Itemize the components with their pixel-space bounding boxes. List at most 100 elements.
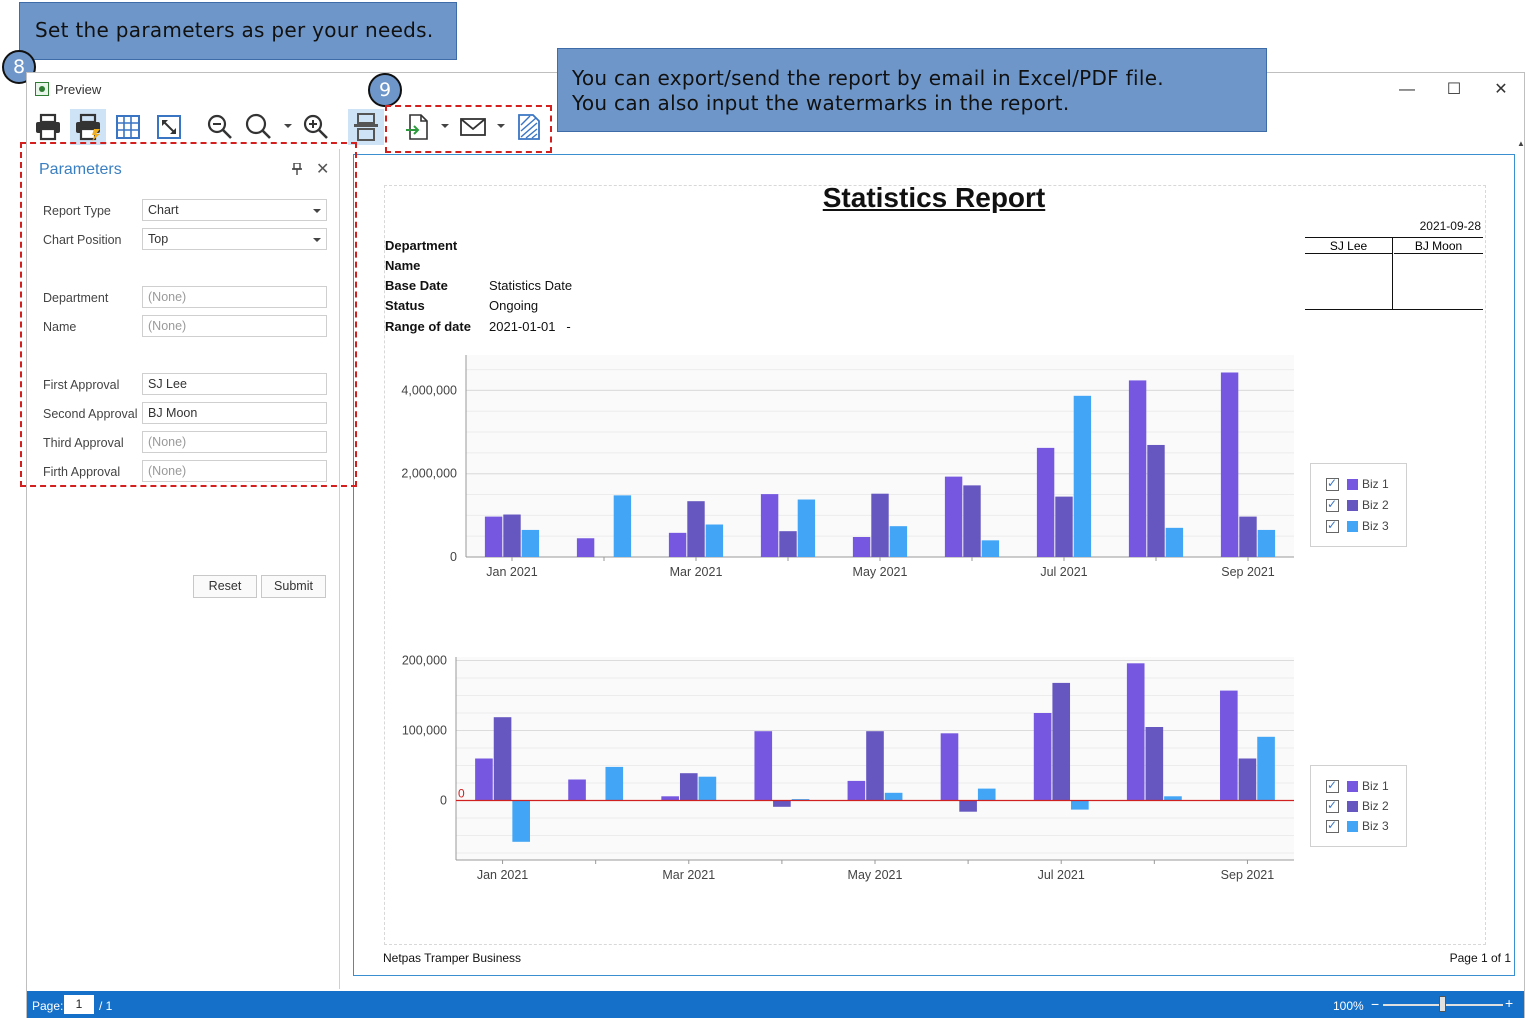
- report-footer-page: Page 1 of 1: [1449, 951, 1511, 965]
- profit-chart: Profit0100,000200,0000Jan 2021Mar 2021Ma…: [402, 655, 1294, 882]
- maximize-button[interactable]: ☐: [1439, 79, 1469, 101]
- x-tick-label: Jan 2021: [486, 565, 537, 579]
- bar: [1052, 682, 1071, 801]
- bar: [1147, 444, 1165, 557]
- zero-label: 0: [458, 787, 465, 801]
- legend-swatch: [1347, 801, 1358, 812]
- parameters-icon: [354, 113, 378, 141]
- bar: [661, 796, 679, 801]
- bar: [797, 499, 816, 557]
- zoom-dropdown-icon[interactable]: [284, 124, 292, 132]
- bar: [493, 717, 512, 801]
- zoom-button[interactable]: [241, 109, 277, 145]
- y-tick-label: 200,000: [402, 655, 447, 668]
- bar: [1055, 496, 1073, 557]
- checkbox-icon[interactable]: [1326, 497, 1339, 512]
- checkbox-icon[interactable]: [1326, 518, 1339, 533]
- bar: [871, 493, 889, 557]
- status-report-label: Status: [385, 298, 425, 313]
- x-tick-label: May 2021: [848, 868, 903, 882]
- approver-2: BJ Moon: [1394, 238, 1483, 254]
- bar: [705, 524, 724, 557]
- zoom-out-icon: [207, 114, 232, 139]
- bar: [1239, 516, 1257, 557]
- zoom-out-button[interactable]: [202, 109, 238, 145]
- revenue-legend: Biz 1 Biz 2 Biz 3: [1310, 463, 1407, 547]
- parameters-button[interactable]: [348, 109, 384, 145]
- bar: [521, 529, 540, 557]
- quick-print-button[interactable]: [70, 109, 106, 145]
- zoom-in-button[interactable]: [298, 109, 334, 145]
- checkbox-icon[interactable]: [1326, 818, 1339, 833]
- name-report-label: Name: [385, 258, 421, 273]
- bar: [475, 758, 493, 801]
- scroll-up-arrow-icon[interactable]: ▲: [1517, 139, 1525, 148]
- bar: [940, 733, 959, 801]
- bar: [1033, 713, 1052, 801]
- bar: [1073, 395, 1092, 557]
- revenue-chart: Revenue02,000,0004,000,000Jan 2021Mar 20…: [401, 355, 1294, 579]
- report-page: Statistics Report Department Name Base D…: [353, 154, 1515, 976]
- zoom-in-icon: [303, 114, 328, 139]
- bar: [1145, 727, 1164, 801]
- bar: [1220, 690, 1238, 801]
- x-tick-label: Sep 2021: [1221, 565, 1275, 579]
- x-tick-label: Mar 2021: [662, 868, 715, 882]
- zoom-out-step-icon[interactable]: −: [1371, 996, 1379, 1012]
- bar: [503, 514, 521, 557]
- approver-1: SJ Lee: [1305, 238, 1392, 254]
- zoom-slider-thumb[interactable]: [1439, 996, 1446, 1012]
- page-layout-button[interactable]: [110, 109, 146, 145]
- checkbox-icon[interactable]: [1326, 778, 1339, 793]
- legend-label: Biz 1: [1362, 779, 1389, 793]
- bar: [1238, 758, 1257, 801]
- checkbox-icon[interactable]: [1326, 476, 1339, 491]
- export-callout-line-2: You can also input the watermarks in the…: [572, 91, 1070, 115]
- fit-page-button[interactable]: [151, 109, 187, 145]
- y-tick-label: 4,000,000: [401, 383, 457, 397]
- bar: [668, 532, 687, 557]
- bar: [754, 731, 773, 801]
- reset-button[interactable]: Reset: [193, 575, 257, 598]
- zoom-icon: [245, 113, 271, 139]
- page-number-input[interactable]: 1: [64, 995, 94, 1014]
- report-title: Statistics Report: [822, 182, 1046, 213]
- x-tick-label: Sep 2021: [1221, 868, 1275, 882]
- export-highlight: [385, 105, 552, 153]
- approval-col-2: BJ Moon: [1394, 238, 1483, 310]
- close-button[interactable]: ✕: [1486, 79, 1516, 101]
- bar: [852, 537, 871, 557]
- legend-swatch: [1347, 521, 1358, 532]
- bar: [1257, 736, 1275, 801]
- bar: [1257, 529, 1276, 557]
- app-icon: [35, 82, 49, 96]
- x-tick-label: Jul 2021: [1040, 565, 1087, 579]
- checkbox-icon[interactable]: [1326, 798, 1339, 813]
- page-label: Page:: [32, 999, 64, 1013]
- zoom-level: 100%: [1333, 999, 1364, 1013]
- bar: [1071, 800, 1089, 810]
- zoom-in-step-icon[interactable]: +: [1505, 995, 1513, 1011]
- bar: [568, 779, 586, 801]
- status-bar: Page: 1 / 1 100% − +: [27, 991, 1524, 1018]
- fit-page-icon: [157, 115, 181, 139]
- base-date-report-label: Base Date: [385, 278, 448, 293]
- x-tick-label: Jan 2021: [477, 868, 528, 882]
- bar: [959, 800, 977, 812]
- profit-legend: Biz 1 Biz 2 Biz 3: [1310, 765, 1407, 847]
- print-button[interactable]: [30, 109, 66, 145]
- bar: [866, 731, 884, 801]
- bar: [889, 526, 908, 557]
- legend-label: Biz 3: [1362, 819, 1389, 833]
- range-value: 2021-01-01 -: [489, 319, 571, 334]
- x-tick-label: May 2021: [853, 565, 908, 579]
- minimize-button[interactable]: —: [1392, 79, 1422, 101]
- base-date-value: Statistics Date: [489, 278, 573, 293]
- status-value: Ongoing: [489, 298, 539, 313]
- submit-button[interactable]: Submit: [261, 575, 326, 598]
- bar: [698, 776, 717, 801]
- legend-swatch: [1347, 500, 1358, 511]
- department-report-label: Department: [385, 238, 458, 253]
- step-badge-9: 9: [368, 73, 402, 107]
- page-layout-icon: [116, 115, 140, 139]
